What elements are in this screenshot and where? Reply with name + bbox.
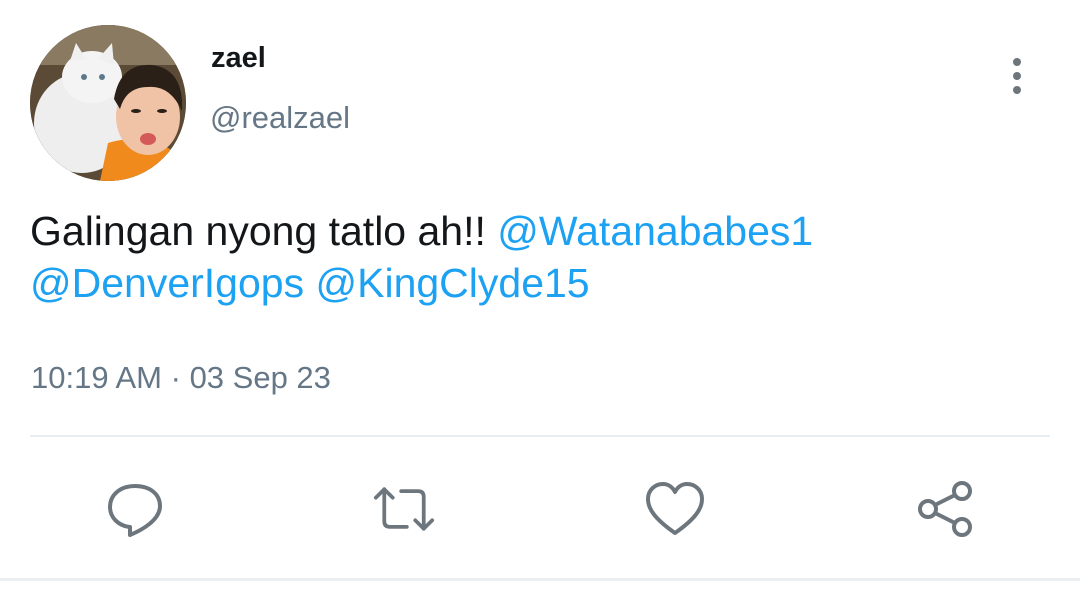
display-name[interactable]: zael	[211, 40, 266, 76]
more-dot	[1013, 58, 1021, 66]
more-dot	[1013, 86, 1021, 94]
tweet-body: Galingan nyong tatlo ah!!	[30, 208, 486, 254]
mention-link[interactable]: @DenverIgops	[30, 260, 304, 306]
more-dot	[1013, 72, 1021, 80]
timestamp-separator: ·	[170, 360, 181, 395]
retweet-button[interactable]	[373, 478, 435, 540]
share-button[interactable]	[914, 478, 976, 540]
tweet-time: 10:19 AM	[31, 360, 162, 395]
tweet-date: 03 Sep 23	[189, 360, 331, 395]
tweet-text: Galingan nyong tatlo ah!! @Watanababes1 …	[30, 205, 1040, 309]
like-button[interactable]	[644, 478, 706, 540]
mention-link[interactable]: @KingClyde15	[316, 260, 590, 306]
retweet-icon	[373, 487, 435, 531]
avatar[interactable]	[30, 25, 186, 181]
reply-icon	[108, 484, 162, 537]
timestamp[interactable]: 10:19 AM · 03 Sep 23	[31, 359, 331, 397]
avatar-photo	[30, 25, 186, 181]
bottom-border	[0, 578, 1080, 581]
mention-link[interactable]: @Watanababes1	[497, 208, 813, 254]
share-icon	[918, 481, 972, 537]
divider	[30, 435, 1050, 437]
handle[interactable]: @realzael	[210, 99, 350, 137]
more-vertical-icon[interactable]	[998, 52, 1036, 100]
reply-button[interactable]	[104, 478, 166, 540]
like-icon	[646, 482, 704, 535]
